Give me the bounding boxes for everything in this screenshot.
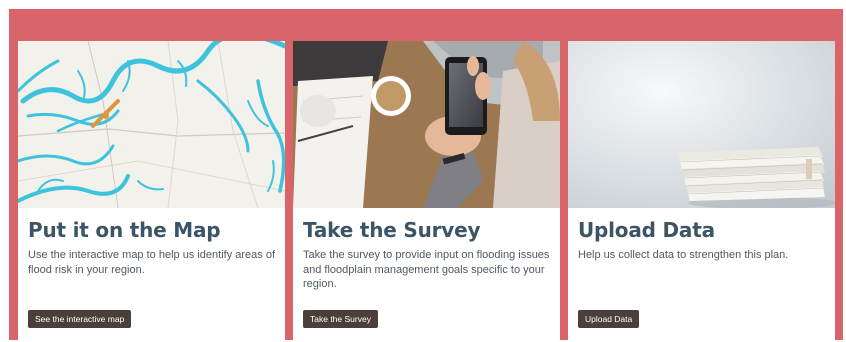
take-survey-button[interactable]: Take the Survey bbox=[303, 310, 378, 328]
card-description: Help us collect data to strengthen this … bbox=[578, 249, 789, 261]
see-interactive-map-button[interactable]: See the interactive map bbox=[28, 310, 132, 328]
card-title: Take the Survey bbox=[303, 218, 481, 242]
card-title: Upload Data bbox=[578, 218, 715, 242]
card-title: Put it on the Map bbox=[28, 218, 221, 242]
map-card: Put it on the Map Use the interactive ma… bbox=[18, 41, 285, 340]
upload-data-button[interactable]: Upload Data bbox=[578, 310, 640, 328]
flood-map-image[interactable] bbox=[18, 41, 285, 208]
card-description: Take the survey to provide input on floo… bbox=[303, 249, 550, 290]
survey-photo[interactable] bbox=[293, 41, 560, 208]
card-description: Use the interactive map to help us ident… bbox=[28, 249, 276, 276]
documents-photo[interactable] bbox=[568, 41, 835, 208]
survey-card: Take the Survey Take the survey to provi… bbox=[293, 41, 560, 340]
upload-card: Upload Data Help us collect data to stre… bbox=[568, 41, 835, 340]
feature-panel: Put it on the Map Use the interactive ma… bbox=[9, 9, 843, 340]
